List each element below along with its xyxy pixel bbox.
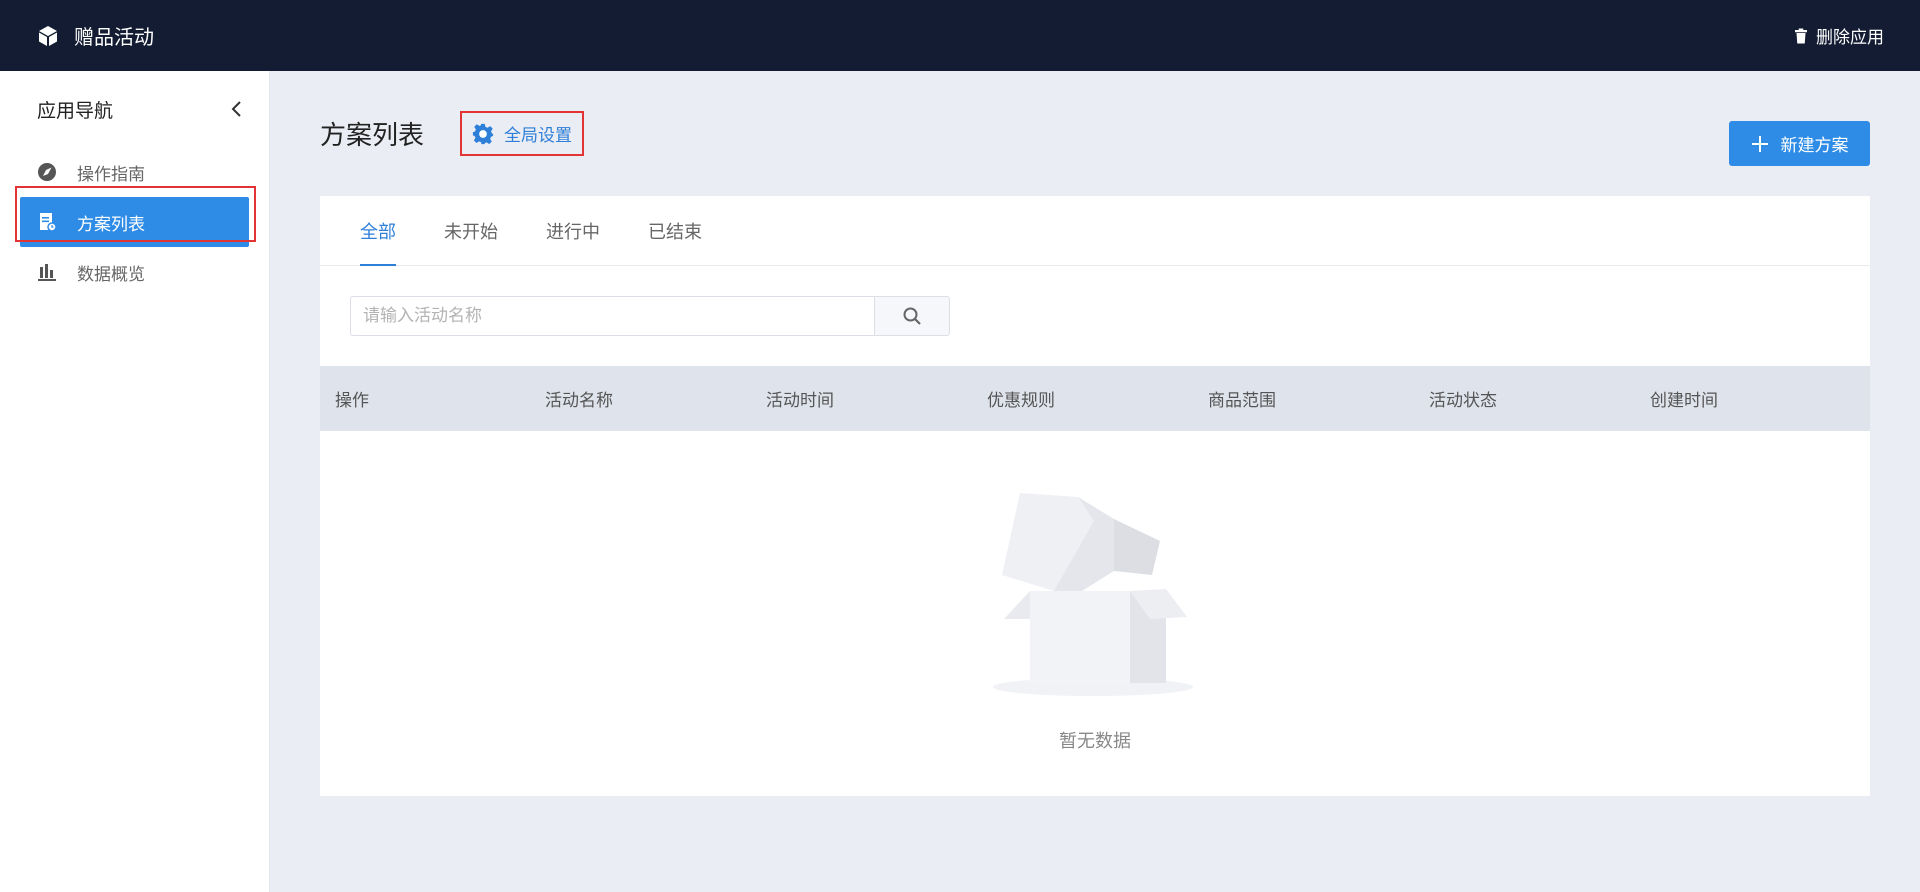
status-tabs: 全部 未开始 进行中 已结束 bbox=[320, 196, 1870, 266]
sidebar-item-label: 方案列表 bbox=[77, 214, 145, 235]
search-button[interactable] bbox=[874, 296, 950, 336]
tab-not-started[interactable]: 未开始 bbox=[444, 196, 498, 265]
cube-icon bbox=[39, 25, 57, 46]
delete-app-label: 删除应用 bbox=[1816, 28, 1884, 48]
search-bar bbox=[320, 266, 1870, 366]
sidebar-item-guide[interactable]: 操作指南 bbox=[0, 147, 269, 197]
document-icon bbox=[40, 213, 57, 232]
collapse-sidebar-button[interactable] bbox=[225, 97, 249, 121]
new-plan-button[interactable]: 新建方案 bbox=[1729, 121, 1870, 166]
global-settings-button[interactable]: 全局设置 bbox=[460, 111, 585, 156]
tab-all[interactable]: 全部 bbox=[360, 196, 396, 266]
sidebar-item-plan-list[interactable]: 方案列表 bbox=[20, 197, 249, 247]
table-header: 操作 活动名称 活动时间 优惠规则 商品范围 活动状态 创建时间 bbox=[320, 366, 1870, 431]
page-header: 方案列表 全局设置 新建方案 bbox=[320, 71, 1870, 196]
sidebar-item-label: 数据概览 bbox=[77, 264, 145, 285]
app-title: 赠品活动 bbox=[74, 25, 154, 49]
plus-icon bbox=[1751, 135, 1768, 152]
app-brand: 赠品活动 bbox=[36, 21, 154, 50]
main-content: 方案列表 全局设置 新建方案 全部 未开始 进行中 已结束 请输入活动名称 操作… bbox=[320, 71, 1870, 892]
tab-in-progress[interactable]: 进行中 bbox=[546, 196, 600, 265]
column-header: 活动状态 bbox=[1429, 391, 1497, 411]
empty-box-icon bbox=[993, 493, 1193, 696]
column-header: 创建时间 bbox=[1650, 391, 1718, 411]
empty-text: 暂无数据 bbox=[1059, 731, 1131, 752]
search-icon bbox=[903, 307, 921, 325]
sidebar-header: 应用导航 bbox=[0, 71, 269, 147]
column-header: 优惠规则 bbox=[987, 391, 1055, 411]
new-plan-label: 新建方案 bbox=[1780, 136, 1849, 156]
column-header: 活动时间 bbox=[766, 391, 834, 411]
chevron-left-icon bbox=[231, 101, 241, 117]
column-header: 活动名称 bbox=[545, 391, 613, 411]
empty-state: 暂无数据 bbox=[320, 431, 1870, 796]
column-header: 操作 bbox=[335, 391, 369, 411]
trash-icon bbox=[1795, 28, 1807, 43]
sidebar-item-label: 操作指南 bbox=[77, 164, 145, 185]
search-input[interactable] bbox=[350, 296, 874, 336]
compass-icon bbox=[38, 163, 56, 181]
page-title: 方案列表 bbox=[320, 121, 425, 151]
global-settings-label: 全局设置 bbox=[504, 126, 573, 146]
sidebar: 应用导航 操作指南 方案列表 数据概览 bbox=[0, 71, 270, 892]
top-bar: 赠品活动 删除应用 bbox=[0, 0, 1920, 71]
delete-app-button[interactable]: 删除应用 bbox=[1792, 23, 1884, 48]
tab-ended[interactable]: 已结束 bbox=[648, 196, 702, 265]
column-header: 商品范围 bbox=[1208, 391, 1276, 411]
plan-list-panel: 全部 未开始 进行中 已结束 操作 活动名称 活动时间 优惠规则 商品范围 活动… bbox=[320, 196, 1870, 796]
sidebar-item-data-overview[interactable]: 数据概览 bbox=[0, 247, 269, 297]
gear-icon bbox=[472, 123, 494, 144]
bar-chart-icon bbox=[38, 264, 56, 281]
sidebar-heading: 应用导航 bbox=[37, 99, 114, 122]
